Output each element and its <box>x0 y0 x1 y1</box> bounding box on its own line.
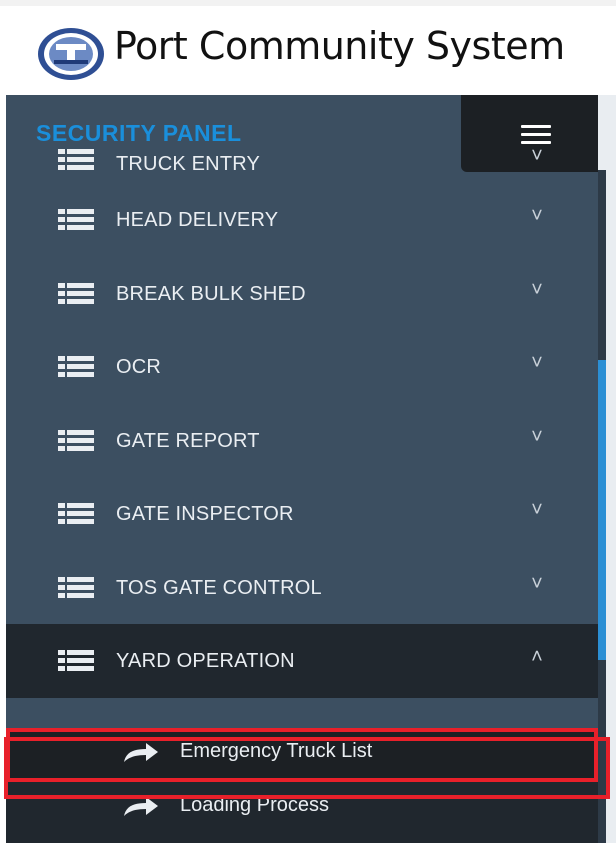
share-arrow-icon <box>124 797 158 816</box>
hamburger-menu-icon <box>521 125 551 145</box>
chevron-down-icon[interactable]: ˅ <box>526 205 548 227</box>
list-icon <box>58 429 94 451</box>
chevron-down-icon[interactable]: ˅ <box>526 352 548 374</box>
sidebar-item-label: YARD OPERATION <box>116 650 295 672</box>
scrollbar-thumb[interactable] <box>598 360 606 660</box>
share-arrow-icon <box>124 743 158 762</box>
list-icon <box>58 356 94 377</box>
submenu-item-loading-process[interactable]: Loading Process <box>6 782 598 836</box>
sidebar-item-break-bulk-shed[interactable]: BREAK BULK SHED ˅ <box>6 257 598 331</box>
chevron-down-icon[interactable]: ˅ <box>526 573 548 595</box>
chevron-down-icon[interactable]: ˅ <box>526 426 548 448</box>
sidebar-item-gate-report[interactable]: GATE REPORT ˅ <box>6 404 598 478</box>
sidebar-item-yard-operation[interactable]: YARD OPERATION ˄ <box>6 624 598 698</box>
sidebar-item-label: OCR <box>116 356 162 378</box>
list-icon <box>58 650 94 671</box>
list-icon <box>58 209 94 230</box>
sidebar-item-truck-entry[interactable]: TRUCK ENTRY ˅ <box>6 145 598 183</box>
chevron-down-icon[interactable]: ˅ <box>526 499 548 521</box>
chevron-down-icon[interactable]: ˅ <box>526 279 548 301</box>
sidebar-item-label: GATE REPORT <box>116 429 260 452</box>
submenu-item-label: Emergency Truck List <box>180 740 373 762</box>
list-icon <box>58 282 94 304</box>
sidebar-item-label: TRUCK ENTRY <box>116 153 261 175</box>
port-logo-icon[interactable] <box>36 26 106 82</box>
sidebar-item-head-delivery[interactable]: HEAD DELIVERY ˅ <box>6 183 598 257</box>
list-icon <box>58 503 94 524</box>
sidebar-item-ocr[interactable]: OCR ˅ <box>6 330 598 404</box>
list-icon <box>58 576 94 598</box>
sidebar: SECURITY PANEL TRUCK ENTRY ˅ HEAD DELIVE… <box>6 95 598 843</box>
submenu-item-emergency-truck-list[interactable]: Emergency Truck List <box>6 728 598 782</box>
yard-operation-submenu: Emergency Truck List Loading Process <box>6 728 598 843</box>
panel-title: SECURITY PANEL <box>36 120 242 146</box>
sidebar-item-tos-gate-control[interactable]: TOS GATE CONTROL ˅ <box>6 551 598 625</box>
chevron-down-icon[interactable]: ˅ <box>526 145 548 167</box>
sidebar-item-label: BREAK BULK SHED <box>116 282 306 305</box>
sidebar-item-label: GATE INSPECTOR <box>116 503 294 525</box>
app-title: Port Community System <box>114 24 565 68</box>
sidebar-item-gate-inspector[interactable]: GATE INSPECTOR ˅ <box>6 477 598 551</box>
list-icon <box>58 149 94 170</box>
sidebar-menu: TRUCK ENTRY ˅ HEAD DELIVERY ˅ BREAK BULK… <box>6 145 598 698</box>
sidebar-item-label: TOS GATE CONTROL <box>116 576 322 599</box>
sidebar-item-label: HEAD DELIVERY <box>116 209 279 231</box>
submenu-item-label: Loading Process <box>180 794 329 816</box>
app-header: Port Community System <box>0 0 616 95</box>
chevron-up-icon[interactable]: ˄ <box>526 646 548 668</box>
